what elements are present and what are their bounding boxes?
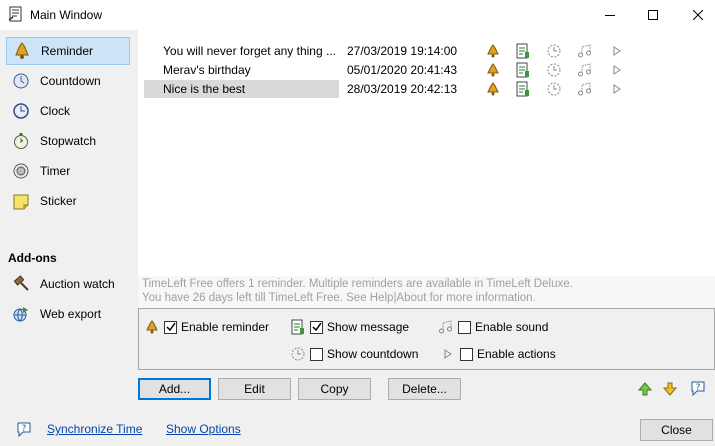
sidebar-item-label: Auction watch	[40, 277, 115, 291]
sidebar-item-web-export[interactable]: Web export	[6, 300, 130, 328]
enable-actions-checkbox[interactable]	[460, 347, 473, 361]
options-panel: Enable reminder Show message Enable soun…	[138, 308, 715, 370]
reminder-date: 28/03/2019 20:42:13	[347, 82, 458, 96]
enable-reminder-checkbox[interactable]	[164, 320, 177, 334]
message-icon[interactable]	[515, 81, 531, 97]
enable-actions-label: Enable actions	[477, 347, 556, 361]
move-down-icon[interactable]	[662, 381, 678, 397]
countdown-icon	[290, 346, 306, 362]
reminder-date: 27/03/2019 19:14:00	[347, 44, 458, 58]
help-icon: ?	[16, 421, 32, 437]
add-button[interactable]: Add...	[138, 378, 211, 400]
table-row[interactable]: Nice is the best 28/03/2019 20:42:13	[144, 80, 715, 98]
countdown-icon[interactable]	[546, 81, 562, 97]
close-button[interactable]: Close	[640, 419, 713, 441]
sidebar-item-label: Reminder	[41, 44, 94, 58]
countdown-icon	[11, 71, 31, 91]
sound-icon	[438, 319, 454, 335]
table-row[interactable]: Merav's birthday 05/01/2020 20:41:43	[144, 61, 715, 79]
show-countdown-checkbox[interactable]	[310, 347, 323, 361]
enable-reminder-label: Enable reminder	[181, 320, 270, 334]
sound-icon[interactable]	[577, 43, 593, 59]
notice-line-2: You have 26 days left till TimeLeft Free…	[142, 292, 536, 304]
sidebar-item-timer[interactable]: Timer	[6, 157, 130, 185]
bell-icon[interactable]	[485, 43, 501, 59]
sidebar-item-reminder[interactable]: Reminder	[6, 37, 130, 65]
enable-actions-option[interactable]: Enable actions	[440, 345, 556, 363]
title-bar: Main Window	[0, 0, 715, 30]
sidebar-item-label: Sticker	[40, 194, 77, 208]
reminder-name: You will never forget any thing ...	[163, 44, 336, 58]
move-up-icon[interactable]	[637, 381, 653, 397]
clock-icon	[11, 101, 31, 121]
delete-button[interactable]: Delete...	[388, 378, 461, 400]
gavel-icon	[11, 274, 31, 294]
message-icon[interactable]	[515, 62, 531, 78]
message-icon	[290, 319, 306, 335]
sticker-icon	[11, 191, 31, 211]
sidebar-item-stopwatch[interactable]: Stopwatch	[6, 127, 130, 155]
countdown-icon[interactable]	[546, 62, 562, 78]
svg-text:?: ?	[22, 424, 27, 434]
bell-icon[interactable]	[485, 81, 501, 97]
countdown-icon[interactable]	[546, 43, 562, 59]
sidebar-item-label: Web export	[40, 307, 102, 321]
sidebar-item-sticker[interactable]: Sticker	[6, 187, 130, 215]
sound-icon[interactable]	[577, 62, 593, 78]
enable-sound-option[interactable]: Enable sound	[438, 318, 548, 336]
edit-button[interactable]: Edit	[218, 378, 291, 400]
show-message-label: Show message	[327, 320, 410, 334]
enable-sound-label: Enable sound	[475, 320, 549, 334]
bell-icon	[12, 41, 32, 61]
notice-line-1: TimeLeft Free offers 1 reminder. Multipl…	[142, 278, 573, 290]
show-message-checkbox[interactable]	[310, 320, 323, 334]
svg-text:?: ?	[696, 383, 701, 393]
reminder-date: 05/01/2020 20:41:43	[347, 63, 458, 77]
minimize-button[interactable]	[587, 0, 633, 30]
maximize-button[interactable]	[630, 0, 676, 30]
web-export-icon	[11, 304, 31, 324]
enable-reminder-option[interactable]: Enable reminder	[144, 318, 269, 336]
sidebar-item-label: Timer	[40, 164, 71, 178]
enable-sound-checkbox[interactable]	[458, 320, 471, 334]
synchronize-time-link[interactable]: Synchronize Time	[47, 422, 142, 436]
license-notice: TimeLeft Free offers 1 reminder. Multipl…	[138, 276, 715, 308]
reminder-list: You will never forget any thing ... 27/0…	[138, 30, 715, 276]
sidebar-item-label: Stopwatch	[40, 134, 97, 148]
timer-icon	[11, 161, 31, 181]
action-icon[interactable]	[609, 62, 625, 78]
bell-icon[interactable]	[485, 62, 501, 78]
table-row[interactable]: You will never forget any thing ... 27/0…	[144, 42, 715, 60]
action-icon	[440, 346, 456, 362]
bell-icon	[144, 319, 160, 335]
show-message-option[interactable]: Show message	[290, 318, 409, 336]
sound-icon[interactable]	[577, 81, 593, 97]
close-window-button[interactable]	[675, 0, 715, 30]
sidebar-item-label: Countdown	[40, 74, 101, 88]
reminder-name: Merav's birthday	[163, 63, 251, 77]
app-icon	[8, 6, 24, 23]
action-icon[interactable]	[609, 43, 625, 59]
sidebar: Reminder Countdown Clock Stopwatch Timer…	[0, 30, 137, 370]
addons-header: Add-ons	[8, 251, 57, 265]
show-options-link[interactable]: Show Options	[166, 422, 241, 436]
sidebar-item-auction-watch[interactable]: Auction watch	[6, 270, 130, 298]
window-title: Main Window	[30, 8, 103, 22]
show-countdown-label: Show countdown	[327, 347, 419, 361]
help-icon[interactable]: ?	[690, 380, 706, 396]
copy-button[interactable]: Copy	[298, 378, 371, 400]
sidebar-item-label: Clock	[40, 104, 71, 118]
sidebar-item-countdown[interactable]: Countdown	[6, 67, 130, 95]
action-icon[interactable]	[609, 81, 625, 97]
message-icon[interactable]	[515, 43, 531, 59]
stopwatch-icon	[11, 131, 31, 151]
show-countdown-option[interactable]: Show countdown	[290, 345, 418, 363]
reminder-name: Nice is the best	[144, 80, 339, 98]
sidebar-item-clock[interactable]: Clock	[6, 97, 130, 125]
